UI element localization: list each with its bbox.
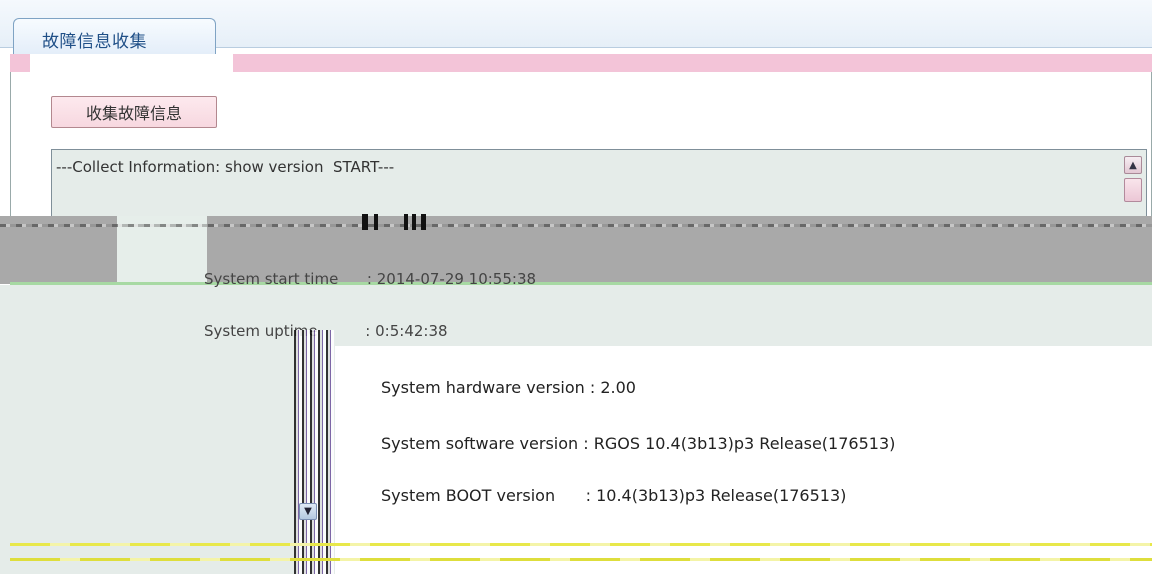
log-line: System hardware version : 2.00 [381,378,636,397]
tab-label: 故障信息收集 [42,32,147,52]
log-textarea[interactable]: ---Collect Information: show version STA… [51,149,1147,219]
render-glitch-bar [374,214,378,230]
log-line: ---Collect Information: show version STA… [56,158,395,176]
scrollbar-thumb[interactable] [1124,178,1142,202]
render-glitch-line [10,543,1152,546]
render-glitch-line [10,558,1152,561]
scroll-down-arrow-icon[interactable]: ▼ [299,503,317,520]
scroll-up-arrow-icon[interactable]: ▲ [1124,156,1142,174]
tab-fault-info-collect[interactable]: 故障信息收集 [13,18,216,54]
collect-fault-info-button[interactable]: 收集故障信息 [51,96,217,128]
log-line: System software version : RGOS 10.4(3b13… [381,434,896,453]
active-tab-notch [30,54,233,72]
render-glitch-line [0,224,1152,227]
render-glitch-bar [404,214,408,230]
render-glitch-stripes [294,330,334,574]
render-glitch-bar [362,214,368,230]
app-frame: 故障信息收集 收集故障信息 ---Collect Information: sh… [0,0,1152,574]
render-glitch-bar [412,214,416,230]
render-glitch-bar [421,214,426,230]
log-line: System start time : 2014-07-29 10:55:38 [204,270,537,288]
log-line: System BOOT version : 10.4(3b13)p3 Relea… [381,486,847,505]
